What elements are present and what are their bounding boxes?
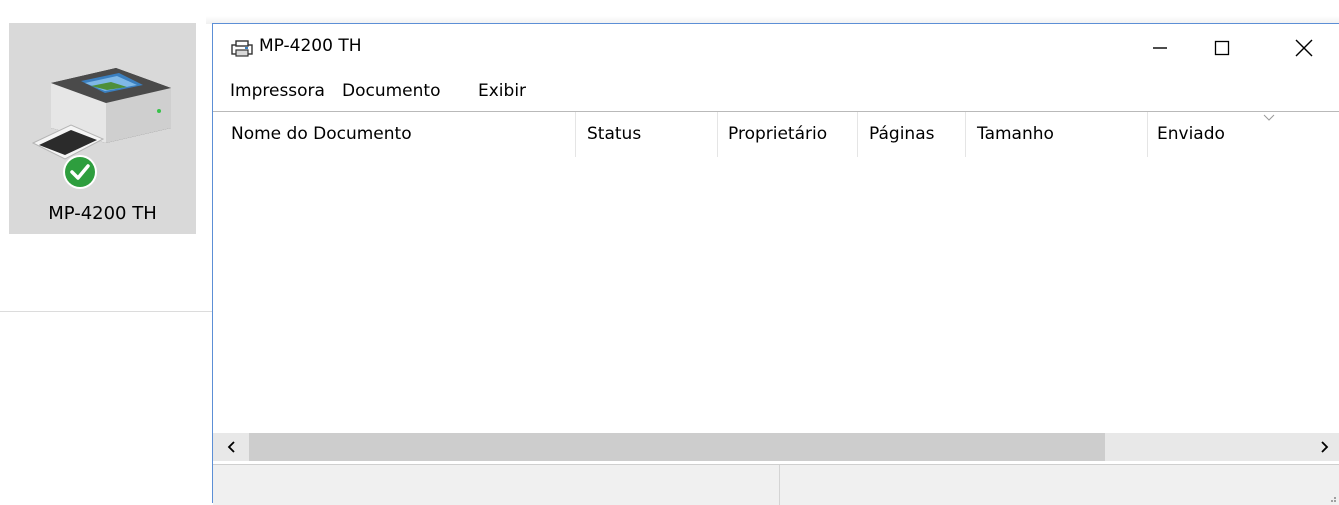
column-separator[interactable] bbox=[575, 112, 576, 157]
title-bar[interactable]: MP-4200 TH bbox=[213, 24, 1339, 74]
chevron-right-icon bbox=[1321, 441, 1329, 453]
status-pane-right bbox=[780, 465, 1339, 505]
scroll-right-button[interactable] bbox=[1309, 433, 1339, 461]
column-proprietario[interactable]: Proprietário bbox=[722, 112, 857, 157]
resize-grip-icon[interactable] bbox=[1327, 493, 1337, 503]
printer-small-icon bbox=[231, 40, 253, 57]
close-icon bbox=[1295, 39, 1313, 57]
chevron-left-icon bbox=[227, 441, 235, 453]
printer-label: MP-4200 TH bbox=[48, 203, 157, 224]
maximize-icon bbox=[1214, 40, 1230, 56]
minimize-button[interactable] bbox=[1131, 24, 1189, 72]
column-header-row: Nome do Documento Status Proprietário Pá… bbox=[213, 112, 1339, 157]
column-paginas[interactable]: Páginas bbox=[863, 112, 965, 157]
minimize-icon bbox=[1153, 47, 1167, 49]
scroll-left-button[interactable] bbox=[217, 433, 247, 461]
printer-tile[interactable]: MP-4200 TH bbox=[9, 23, 196, 234]
column-status[interactable]: Status bbox=[581, 112, 717, 157]
sort-chevron-icon bbox=[1263, 114, 1275, 121]
column-separator[interactable] bbox=[717, 112, 718, 157]
status-bar bbox=[213, 464, 1339, 505]
scrollbar-thumb[interactable] bbox=[249, 433, 1105, 461]
status-pane-left bbox=[213, 465, 780, 505]
column-separator[interactable] bbox=[1147, 112, 1148, 157]
maximize-button[interactable] bbox=[1193, 24, 1251, 72]
column-nome-do-documento[interactable]: Nome do Documento bbox=[225, 112, 575, 157]
column-separator[interactable] bbox=[857, 112, 858, 157]
print-queue-window: MP-4200 TH Impressora Documento Exibir N… bbox=[212, 23, 1339, 505]
column-tamanho[interactable]: Tamanho bbox=[971, 112, 1147, 157]
horizontal-scrollbar[interactable] bbox=[213, 433, 1339, 461]
column-enviado[interactable]: Enviado bbox=[1151, 112, 1339, 157]
menu-documento[interactable]: Documento bbox=[342, 81, 440, 101]
printer-icon bbox=[31, 68, 171, 160]
background-divider bbox=[0, 311, 212, 312]
menu-impressora[interactable]: Impressora bbox=[230, 81, 325, 101]
menu-exibir[interactable]: Exibir bbox=[478, 81, 526, 101]
green-check-icon bbox=[63, 155, 97, 189]
window-title: MP-4200 TH bbox=[259, 36, 362, 56]
close-button[interactable] bbox=[1275, 24, 1333, 72]
menu-bar: Impressora Documento Exibir bbox=[213, 79, 1339, 109]
document-list[interactable]: Nome do Documento Status Proprietário Pá… bbox=[213, 111, 1339, 462]
column-separator[interactable] bbox=[965, 112, 966, 157]
